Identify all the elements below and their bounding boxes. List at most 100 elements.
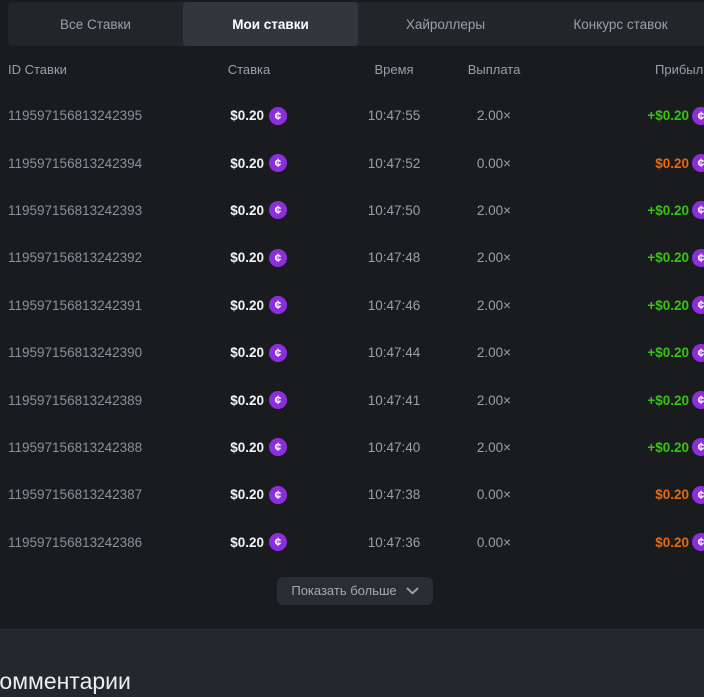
profit-value: +$0.20 bbox=[647, 203, 689, 218]
bet-amount: $0.20 ¢ bbox=[208, 486, 290, 504]
table-row: 119597156813242395 $0.20 ¢ 10:47:55 2.00… bbox=[0, 92, 704, 139]
bet-id: 119597156813242387 bbox=[0, 487, 208, 502]
bet-amount: $0.20 ¢ bbox=[208, 249, 290, 267]
coin-icon: ¢ bbox=[269, 391, 287, 409]
coin-icon: ¢ bbox=[269, 533, 287, 551]
bet-payout: 2.00× bbox=[444, 250, 544, 265]
bet-time: 10:47:41 bbox=[344, 393, 444, 408]
table-row: 119597156813242393 $0.20 ¢ 10:47:50 2.00… bbox=[0, 187, 704, 234]
bet-value: $0.20 bbox=[230, 393, 264, 408]
bet-value: $0.20 bbox=[230, 108, 264, 123]
bet-id: 119597156813242395 bbox=[0, 108, 208, 123]
bet-payout: 2.00× bbox=[444, 393, 544, 408]
comments-heading: Комментарии bbox=[0, 668, 131, 695]
bet-value: $0.20 bbox=[230, 156, 264, 171]
coin-icon: ¢ bbox=[692, 154, 704, 172]
bet-profit: $0.20 ¢ bbox=[544, 533, 704, 551]
column-header-profit: Прибыль bbox=[544, 62, 704, 77]
bet-value: $0.20 bbox=[230, 535, 264, 550]
bet-time: 10:47:44 bbox=[344, 345, 444, 360]
bet-time: 10:47:52 bbox=[344, 156, 444, 171]
tab-all-bets[interactable]: Все Ставки bbox=[8, 2, 183, 46]
bet-time: 10:47:38 bbox=[344, 487, 444, 502]
tab-bet-contest[interactable]: Конкурс ставок bbox=[533, 2, 704, 46]
bet-amount: $0.20 ¢ bbox=[208, 438, 290, 456]
column-header-time: Время bbox=[344, 62, 444, 77]
bet-amount: $0.20 ¢ bbox=[208, 533, 290, 551]
tab-high-rollers[interactable]: Хайроллеры bbox=[358, 2, 533, 46]
table-row: 119597156813242394 $0.20 ¢ 10:47:52 0.00… bbox=[0, 139, 704, 186]
table-row: 119597156813242386 $0.20 ¢ 10:47:36 0.00… bbox=[0, 519, 704, 566]
profit-value: $0.20 bbox=[655, 487, 689, 502]
bet-id: 119597156813242392 bbox=[0, 250, 208, 265]
coin-icon: ¢ bbox=[692, 438, 704, 456]
coin-icon: ¢ bbox=[692, 107, 704, 125]
table-header: ID Ставки Ставка Время Выплата Прибыль bbox=[0, 46, 704, 92]
bet-id: 119597156813242386 bbox=[0, 535, 208, 550]
bet-value: $0.20 bbox=[230, 298, 264, 313]
table-row: 119597156813242392 $0.20 ¢ 10:47:48 2.00… bbox=[0, 234, 704, 281]
profit-value: +$0.20 bbox=[647, 108, 689, 123]
show-more-button[interactable]: Показать больше bbox=[277, 577, 432, 605]
column-header-bet: Ставка bbox=[208, 62, 290, 77]
profit-value: +$0.20 bbox=[647, 298, 689, 313]
profit-value: +$0.20 bbox=[647, 393, 689, 408]
bet-amount: $0.20 ¢ bbox=[208, 296, 290, 314]
coin-icon: ¢ bbox=[269, 107, 287, 125]
bet-amount: $0.20 ¢ bbox=[208, 201, 290, 219]
bet-profit: +$0.20 ¢ bbox=[544, 249, 704, 267]
coin-icon: ¢ bbox=[692, 533, 704, 551]
coin-icon: ¢ bbox=[692, 201, 704, 219]
coin-icon: ¢ bbox=[692, 249, 704, 267]
bet-profit: +$0.20 ¢ bbox=[544, 391, 704, 409]
comments-section: Комментарии bbox=[0, 629, 704, 697]
bet-profit: $0.20 ¢ bbox=[544, 154, 704, 172]
coin-icon: ¢ bbox=[692, 296, 704, 314]
bet-payout: 0.00× bbox=[444, 487, 544, 502]
tab-my-bets[interactable]: Мои ставки bbox=[183, 2, 358, 46]
bet-payout: 2.00× bbox=[444, 345, 544, 360]
bet-amount: $0.20 ¢ bbox=[208, 107, 290, 125]
bet-time: 10:47:50 bbox=[344, 203, 444, 218]
coin-icon: ¢ bbox=[692, 486, 704, 504]
table-row: 119597156813242389 $0.20 ¢ 10:47:41 2.00… bbox=[0, 376, 704, 423]
coin-icon: ¢ bbox=[269, 296, 287, 314]
bet-payout: 2.00× bbox=[444, 298, 544, 313]
coin-icon: ¢ bbox=[269, 438, 287, 456]
table-body: 119597156813242395 $0.20 ¢ 10:47:55 2.00… bbox=[0, 92, 704, 566]
column-header-payout: Выплата bbox=[444, 62, 544, 77]
bet-time: 10:47:36 bbox=[344, 535, 444, 550]
bet-time: 10:47:40 bbox=[344, 440, 444, 455]
bet-id: 119597156813242390 bbox=[0, 345, 208, 360]
bet-value: $0.20 bbox=[230, 487, 264, 502]
bet-payout: 0.00× bbox=[444, 535, 544, 550]
bet-id: 119597156813242393 bbox=[0, 203, 208, 218]
profit-value: $0.20 bbox=[655, 535, 689, 550]
bet-value: $0.20 bbox=[230, 250, 264, 265]
profit-value: +$0.20 bbox=[647, 345, 689, 360]
chevron-down-icon bbox=[406, 587, 419, 595]
bet-profit: +$0.20 ¢ bbox=[544, 438, 704, 456]
bet-amount: $0.20 ¢ bbox=[208, 391, 290, 409]
bet-profit: +$0.20 ¢ bbox=[544, 344, 704, 362]
table-row: 119597156813242388 $0.20 ¢ 10:47:40 2.00… bbox=[0, 424, 704, 471]
bet-value: $0.20 bbox=[230, 440, 264, 455]
table-row: 119597156813242391 $0.20 ¢ 10:47:46 2.00… bbox=[0, 282, 704, 329]
profit-value: +$0.20 bbox=[647, 440, 689, 455]
bet-payout: 0.00× bbox=[444, 156, 544, 171]
bet-value: $0.20 bbox=[230, 203, 264, 218]
coin-icon: ¢ bbox=[269, 344, 287, 362]
bet-payout: 2.00× bbox=[444, 108, 544, 123]
bet-id: 119597156813242394 bbox=[0, 156, 208, 171]
profit-value: +$0.20 bbox=[647, 250, 689, 265]
bet-time: 10:47:48 bbox=[344, 250, 444, 265]
bet-profit: +$0.20 ¢ bbox=[544, 296, 704, 314]
bet-time: 10:47:46 bbox=[344, 298, 444, 313]
column-header-bet-id: ID Ставки bbox=[0, 62, 208, 77]
bet-amount: $0.20 ¢ bbox=[208, 344, 290, 362]
bet-payout: 2.00× bbox=[444, 203, 544, 218]
profit-value: $0.20 bbox=[655, 156, 689, 171]
coin-icon: ¢ bbox=[269, 201, 287, 219]
coin-icon: ¢ bbox=[692, 391, 704, 409]
bets-table: ID Ставки Ставка Время Выплата Прибыль 1… bbox=[0, 46, 704, 605]
